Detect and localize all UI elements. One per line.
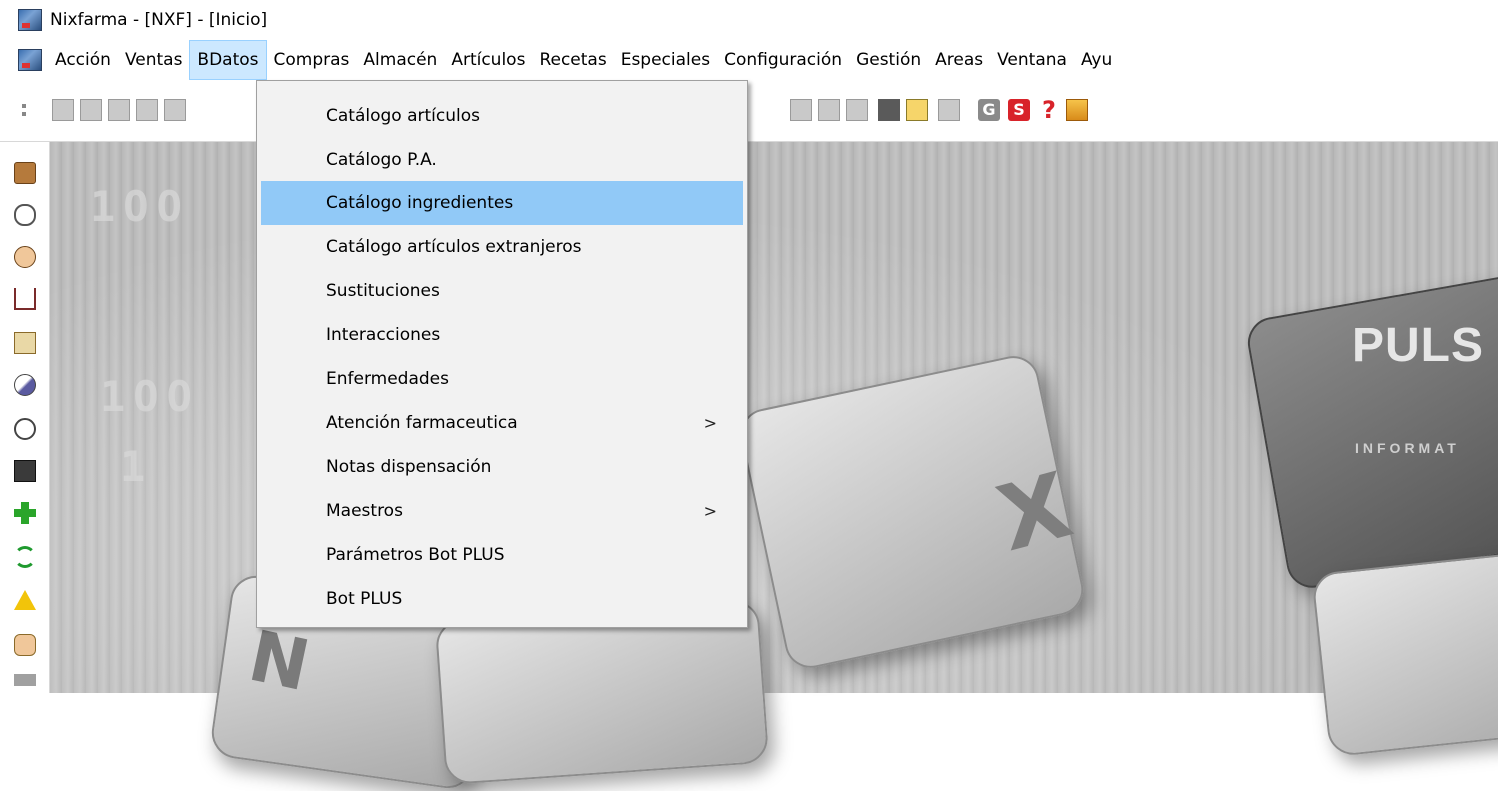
submenu-chevron-icon: >: [703, 501, 717, 521]
menu-item-catalogo-articulos-extranjeros[interactable]: Catálogo artículos extranjeros: [261, 225, 743, 269]
menu-ayuda[interactable]: Ayu: [1074, 40, 1119, 80]
menu-gestion[interactable]: Gestión: [849, 40, 928, 80]
title-bar: Nixfarma - [NXF] - [Inicio]: [0, 0, 1498, 40]
menu-item-atencion-farmaceutica[interactable]: Atención farmaceutica >: [261, 401, 743, 445]
menu-item-label: Atención farmaceutica: [326, 413, 518, 433]
pharmacy-cross-icon[interactable]: [14, 502, 36, 524]
menu-item-label: Interacciones: [326, 325, 441, 345]
main-toolbar: G S ?: [0, 80, 1498, 142]
menu-ventana[interactable]: Ventana: [990, 40, 1074, 80]
menu-bar: Acción Ventas BDatos Compras Almacén Art…: [0, 40, 1498, 80]
add-item-icon[interactable]: [818, 99, 840, 121]
nixfarma-app-icon[interactable]: [18, 9, 42, 31]
menu-item-bot-plus[interactable]: Bot PLUS: [261, 577, 743, 621]
menu-compras[interactable]: Compras: [267, 40, 357, 80]
sync-icon[interactable]: [14, 546, 36, 568]
zoom-icon[interactable]: [790, 99, 812, 121]
menu-accion[interactable]: Acción: [48, 40, 118, 80]
menu-item-parametros-bot-plus[interactable]: Parámetros Bot PLUS: [261, 533, 743, 577]
pill-icon[interactable]: [14, 374, 36, 396]
menu-item-label: Catálogo artículos extranjeros: [326, 237, 582, 257]
users-icon[interactable]: [14, 634, 36, 656]
toolbar-grip-icon: [18, 99, 40, 121]
upload-icon[interactable]: [1066, 99, 1088, 121]
printer-icon[interactable]: [14, 460, 36, 482]
submenu-chevron-icon: >: [703, 413, 717, 433]
background-binary-text: 1OO: [90, 182, 190, 231]
expand-icon[interactable]: [108, 99, 130, 121]
menu-articulos[interactable]: Artículos: [444, 40, 532, 80]
shopping-cart-icon[interactable]: [14, 288, 36, 310]
edit-icon[interactable]: [80, 99, 102, 121]
stop-icon[interactable]: [878, 99, 900, 121]
binoculars-icon[interactable]: [136, 99, 158, 121]
more-icon[interactable]: [14, 674, 36, 686]
e-receipt-icon[interactable]: [14, 204, 36, 226]
bdatos-dropdown-menu: Catálogo artículos Catálogo P.A. Catálog…: [256, 80, 748, 628]
help-icon[interactable]: ?: [1038, 98, 1060, 122]
menu-item-catalogo-pa[interactable]: Catálogo P.A.: [261, 138, 743, 182]
menu-item-maestros[interactable]: Maestros >: [261, 489, 743, 533]
menu-item-label: Maestros: [326, 501, 403, 521]
g-button-icon[interactable]: G: [978, 99, 1000, 121]
warning-icon[interactable]: [14, 590, 36, 612]
left-toolbar: [0, 142, 50, 693]
print-preview-icon[interactable]: [164, 99, 186, 121]
menu-item-label: Bot PLUS: [326, 589, 403, 609]
puls-logo-subtext: INFORMAT: [1355, 440, 1460, 456]
cash-register-icon[interactable]: [14, 162, 36, 184]
window-title: Nixfarma - [NXF] - [Inicio]: [50, 10, 268, 30]
link-icon[interactable]: [14, 418, 36, 440]
menu-bdatos[interactable]: BDatos: [189, 40, 267, 80]
menu-item-label: Catálogo ingredientes: [326, 193, 514, 213]
menu-recetas[interactable]: Recetas: [532, 40, 613, 80]
keyboard-key-image: [1311, 546, 1498, 758]
menu-item-catalogo-articulos[interactable]: Catálogo artículos: [261, 94, 743, 138]
mail-icon[interactable]: [906, 99, 928, 121]
connection-icon[interactable]: [846, 99, 868, 121]
menu-areas[interactable]: Areas: [928, 40, 990, 80]
menu-item-label: Sustituciones: [326, 281, 440, 301]
menu-item-interacciones[interactable]: Interacciones: [261, 313, 743, 357]
background-binary-text: 1: [120, 442, 154, 491]
menu-item-notas-dispensacion[interactable]: Notas dispensación: [261, 445, 743, 489]
menu-ventas[interactable]: Ventas: [118, 40, 189, 80]
system-menu-icon[interactable]: [18, 49, 42, 71]
menu-configuracion[interactable]: Configuración: [717, 40, 849, 80]
menu-almacen[interactable]: Almacén: [356, 40, 444, 80]
warehouse-icon[interactable]: [14, 332, 36, 354]
cart-icon[interactable]: [938, 99, 960, 121]
menu-item-label: Parámetros Bot PLUS: [326, 545, 505, 565]
puls-logo-text: PULS: [1352, 319, 1485, 372]
menu-item-catalogo-ingredientes[interactable]: Catálogo ingredientes: [261, 181, 743, 225]
background-binary-text: 1OO: [100, 372, 200, 421]
menu-item-label: Notas dispensación: [326, 457, 492, 477]
menu-item-sustituciones[interactable]: Sustituciones: [261, 269, 743, 313]
customer-icon[interactable]: [14, 246, 36, 268]
menu-especiales[interactable]: Especiales: [614, 40, 717, 80]
menu-item-label: Catálogo P.A.: [326, 150, 437, 170]
menu-item-enfermedades[interactable]: Enfermedades: [261, 357, 743, 401]
s-button-icon[interactable]: S: [1008, 99, 1030, 121]
menu-item-label: Catálogo artículos: [326, 106, 480, 126]
document-icon[interactable]: [52, 99, 74, 121]
menu-item-label: Enfermedades: [326, 369, 449, 389]
